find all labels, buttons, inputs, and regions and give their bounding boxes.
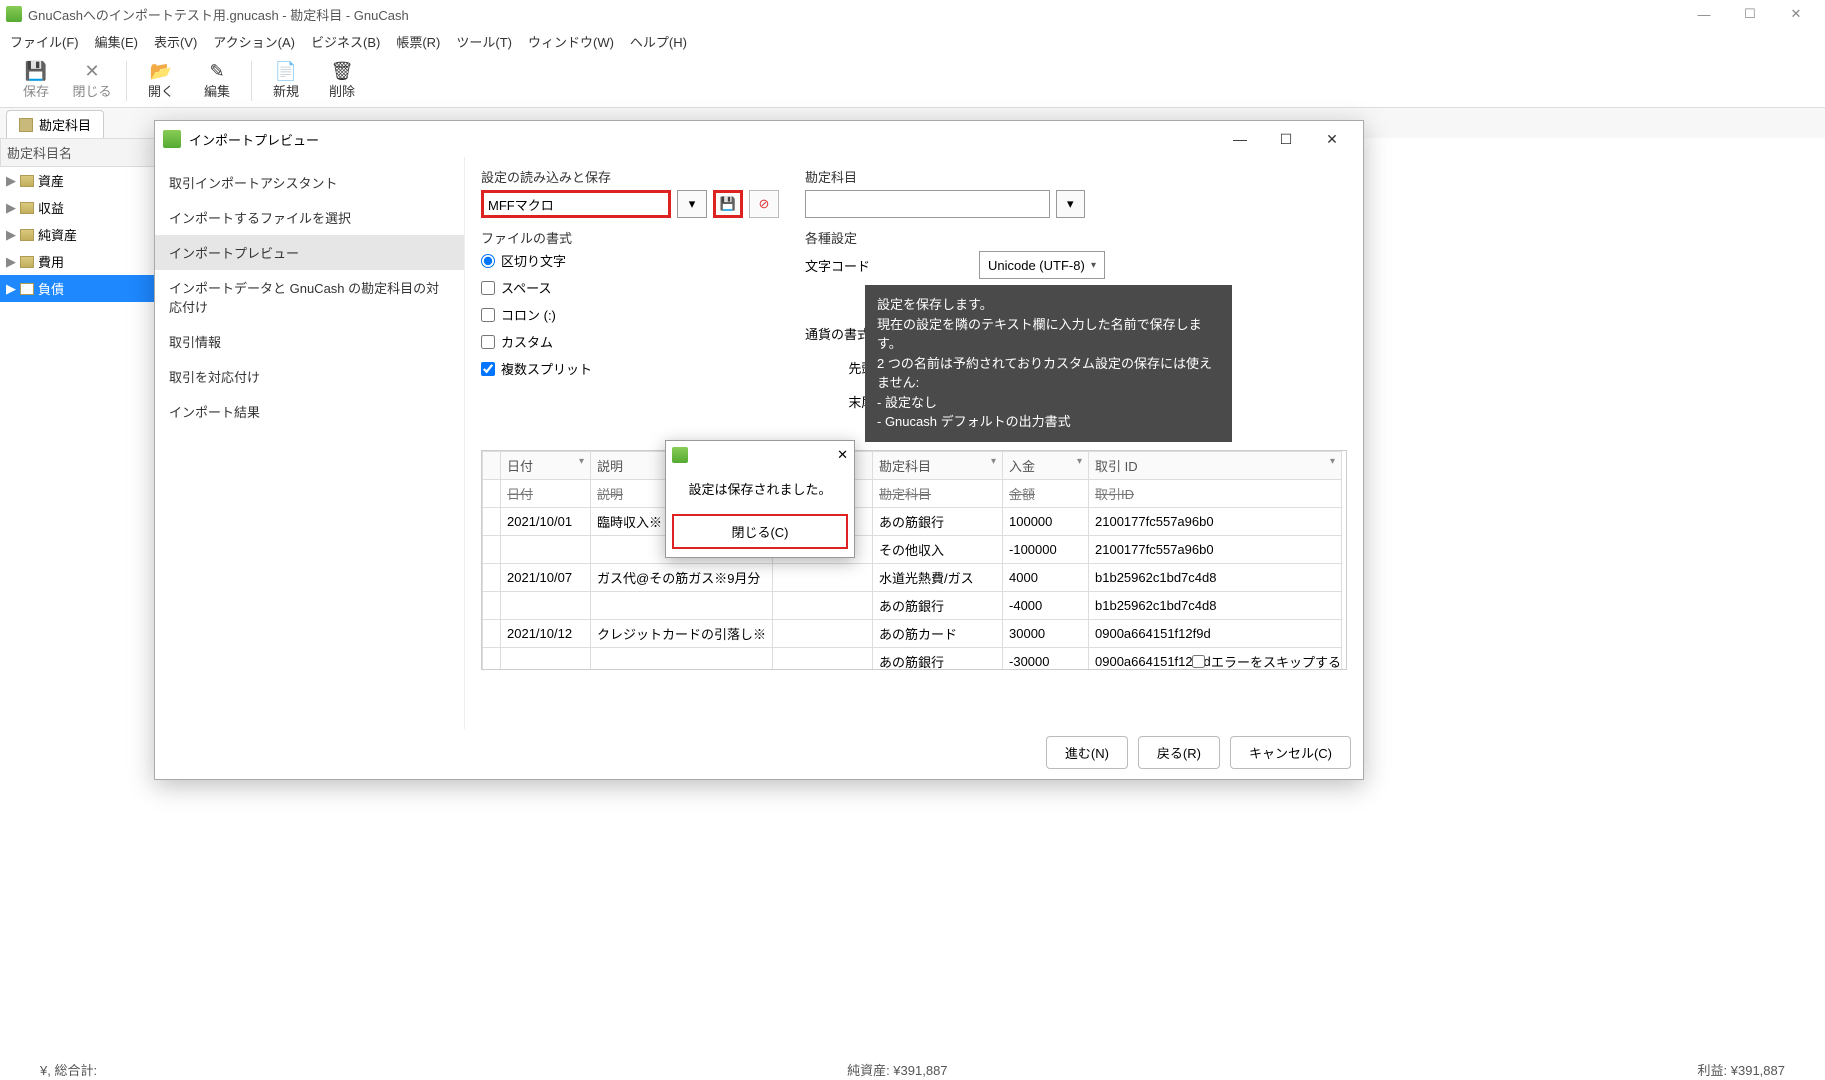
- dialog-maximize[interactable]: ☐: [1263, 124, 1309, 154]
- col-deposit[interactable]: 入金▾: [1003, 452, 1089, 480]
- mini-close-x[interactable]: ✕: [837, 447, 848, 463]
- charset-select[interactable]: Unicode (UTF-8)▾: [979, 251, 1105, 279]
- table-row[interactable]: 2021/10/12クレジットカードの引落し※あの筋カード300000900a6…: [483, 620, 1342, 648]
- save-settings-tooltip: 設定を保存します。 現在の設定を隣のテキスト欄に入力した名前で保存します。 2 …: [865, 285, 1232, 442]
- toolbar-close: ✕閉じる: [64, 61, 120, 100]
- account-label: 勘定科目: [805, 167, 1085, 186]
- window-title: GnuCashへのインポートテスト用.gnucash - 勘定科目 - GnuC…: [28, 5, 409, 24]
- wizard-steps: 取引インポートアシスタント インポートするファイルを選択 インポートプレビュー …: [155, 157, 465, 729]
- dialog-title: インポートプレビュー: [189, 130, 319, 149]
- file-format-label: ファイルの書式: [481, 228, 781, 247]
- fmt-space[interactable]: スペース: [481, 278, 781, 297]
- delete-icon: 🗑: [314, 61, 370, 81]
- col-account[interactable]: 勘定科目▾: [873, 452, 1003, 480]
- maximize-button[interactable]: ☐: [1727, 0, 1773, 28]
- save-settings-button[interactable]: 💾: [713, 190, 743, 218]
- table-row[interactable]: 2021/10/01臨時収入※あの筋銀行1000002100177fc557a9…: [483, 508, 1342, 536]
- status-right: 利益: ¥391,887: [1698, 1060, 1785, 1079]
- menu-business[interactable]: ビジネス(B): [303, 28, 388, 55]
- menubar: ファイル(F) 編集(E) 表示(V) アクション(A) ビジネス(B) 帳票(…: [0, 28, 1825, 54]
- save-icon: 💾: [8, 61, 64, 81]
- step-result[interactable]: インポート結果: [155, 394, 464, 429]
- dialog-titlebar: インポートプレビュー ― ☐ ✕: [155, 121, 1363, 157]
- col-date[interactable]: 日付▾: [501, 452, 591, 480]
- table-row[interactable]: その他収入-1000002100177fc557a96b0: [483, 536, 1342, 564]
- preview-table: 日付▾ 説明▾ 勘定科目▾ 入金▾ 取引 ID▾ 日付説明勘定科目金額取引ID2…: [481, 450, 1347, 670]
- toolbar: 💾保存 ✕閉じる 📂開く ✎編集 📄新規 🗑削除: [0, 54, 1825, 108]
- dialog-close[interactable]: ✕: [1309, 124, 1355, 154]
- toolbar-delete[interactable]: 🗑削除: [314, 61, 370, 100]
- mini-icon: [672, 447, 688, 463]
- menu-reports[interactable]: 帳票(R): [388, 28, 448, 55]
- settings-dropdown[interactable]: ▾: [677, 190, 707, 218]
- delete-icon: ⊘: [759, 196, 770, 212]
- fmt-multisplit[interactable]: 複数スプリット: [481, 359, 781, 378]
- toolbar-edit[interactable]: ✎編集: [189, 61, 245, 100]
- skip-errors-label: エラーをスキップする: [1211, 652, 1341, 671]
- menu-view[interactable]: 表示(V): [146, 28, 205, 55]
- menu-tools[interactable]: ツール(T): [448, 28, 520, 55]
- menu-actions[interactable]: アクション(A): [205, 28, 303, 55]
- table-row[interactable]: 2021/10/07ガス代@その筋ガス※9月分水道光熱費/ガス4000b1b25…: [483, 564, 1342, 592]
- step-preview[interactable]: インポートプレビュー: [155, 235, 464, 270]
- step-assistant[interactable]: 取引インポートアシスタント: [155, 165, 464, 200]
- cancel-button[interactable]: キャンセル(C): [1230, 736, 1351, 769]
- skip-errors-check[interactable]: [1192, 655, 1205, 668]
- account-dropdown[interactable]: ▾: [1056, 190, 1085, 218]
- new-icon: 📄: [258, 61, 314, 81]
- fmt-separator[interactable]: 区切り文字: [481, 251, 781, 270]
- toolbar-new[interactable]: 📄新規: [258, 61, 314, 100]
- dialog-footer: 進む(N) 戻る(R) キャンセル(C): [1046, 736, 1351, 769]
- app-icon: [6, 6, 22, 22]
- delete-settings-button[interactable]: ⊘: [749, 190, 779, 218]
- col-toggle[interactable]: [483, 452, 501, 480]
- save-icon: 💾: [720, 196, 736, 212]
- toolbar-open[interactable]: 📂開く: [133, 61, 189, 100]
- dialog-minimize[interactable]: ―: [1217, 124, 1263, 154]
- menu-file[interactable]: ファイル(F): [2, 28, 87, 55]
- mini-message: 設定は保存されました。: [666, 469, 854, 508]
- open-icon: 📂: [133, 61, 189, 81]
- tab-label: 勘定科目: [39, 115, 91, 134]
- main-titlebar: GnuCashへのインポートテスト用.gnucash - 勘定科目 - GnuC…: [0, 0, 1825, 28]
- edit-icon: ✎: [189, 61, 245, 81]
- step-select-file[interactable]: インポートするファイルを選択: [155, 200, 464, 235]
- tab-accounts[interactable]: 勘定科目: [6, 110, 104, 138]
- various-settings-label: 各種設定: [805, 228, 1085, 247]
- next-button[interactable]: 進む(N): [1046, 736, 1128, 769]
- settings-name-combo[interactable]: [481, 190, 671, 218]
- save-confirm-dialog: ✕ 設定は保存されました。 閉じる(C): [665, 440, 855, 558]
- menu-windows[interactable]: ウィンドウ(W): [520, 28, 622, 55]
- table-row[interactable]: あの筋銀行-4000b1b25962c1bd7c4d8: [483, 592, 1342, 620]
- close-icon: ✕: [64, 61, 120, 81]
- menu-edit[interactable]: 編集(E): [87, 28, 146, 55]
- fmt-custom[interactable]: カスタム: [481, 332, 781, 351]
- status-left: ¥, 総合計:: [40, 1060, 97, 1079]
- menu-help[interactable]: ヘルプ(H): [622, 28, 695, 55]
- mini-close-button[interactable]: 閉じる(C): [672, 514, 848, 549]
- currency-label: 通貨の書式: [805, 324, 870, 343]
- col-txid[interactable]: 取引 ID▾: [1089, 452, 1342, 480]
- back-button[interactable]: 戻る(R): [1138, 736, 1220, 769]
- settings-name-input[interactable]: [481, 190, 671, 218]
- statusbar: ¥, 総合計: 純資産: ¥391,887 利益: ¥391,887: [0, 1058, 1825, 1080]
- step-mapping[interactable]: インポートデータと GnuCash の勘定科目の対応付け: [155, 270, 464, 324]
- step-tx-info[interactable]: 取引情報: [155, 324, 464, 359]
- dialog-content: 設定の読み込みと保存 ▾ 💾 ⊘ ファイルの書式 区切り文字 スペース コロン …: [465, 157, 1363, 729]
- toolbar-save: 💾保存: [8, 61, 64, 100]
- account-input[interactable]: [805, 190, 1050, 218]
- settings-load-save-label: 設定の読み込みと保存: [481, 167, 781, 186]
- status-mid: 純資産: ¥391,887: [847, 1060, 947, 1079]
- minimize-button[interactable]: ―: [1681, 0, 1727, 28]
- fmt-colon[interactable]: コロン (:): [481, 305, 781, 324]
- close-button[interactable]: ✕: [1773, 0, 1819, 28]
- tab-icon: [19, 118, 33, 132]
- step-match[interactable]: 取引を対応付け: [155, 359, 464, 394]
- charset-label: 文字コード: [805, 256, 870, 275]
- dialog-app-icon: [163, 130, 181, 148]
